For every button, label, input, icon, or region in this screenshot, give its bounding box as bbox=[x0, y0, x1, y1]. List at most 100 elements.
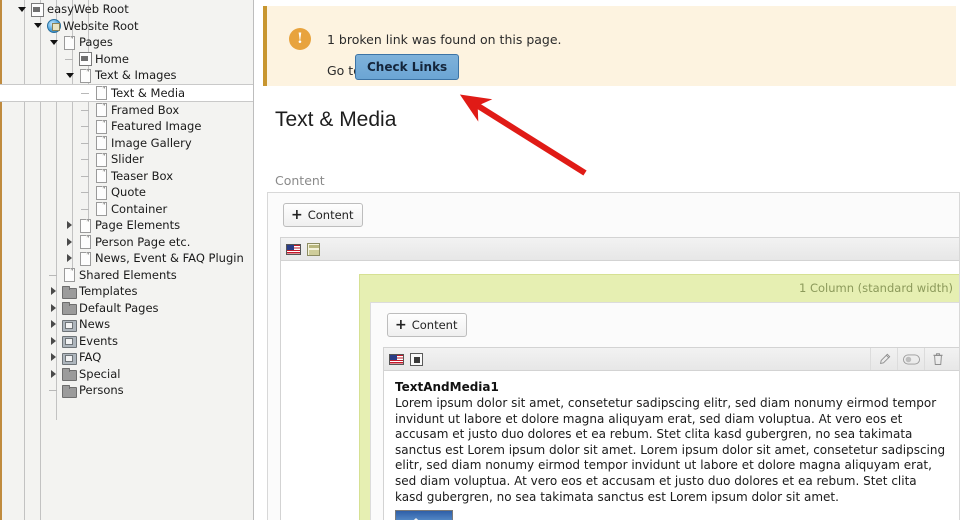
tree-elbow bbox=[48, 382, 59, 398]
alert-message: 1 broken link was found on this page. bbox=[327, 32, 562, 47]
element-title: TextAndMedia1 bbox=[395, 380, 499, 394]
chevron-right-icon[interactable] bbox=[64, 250, 75, 266]
chevron-right-icon[interactable] bbox=[48, 333, 59, 349]
chevron-right-icon[interactable] bbox=[48, 283, 59, 299]
tree-item-featured-image[interactable]: Featured Image bbox=[0, 118, 253, 135]
toggle-button[interactable] bbox=[897, 348, 924, 370]
tree-item-pages[interactable]: Pages bbox=[0, 34, 253, 51]
folder-icon bbox=[62, 300, 77, 316]
tree-item-shared-elements[interactable]: Shared Elements bbox=[0, 267, 253, 284]
folder-window-icon bbox=[62, 317, 77, 332]
tree-item-default-pages[interactable]: Default Pages bbox=[0, 300, 253, 317]
chevron-right-icon[interactable] bbox=[64, 234, 75, 250]
tree-item-label: Container bbox=[111, 201, 168, 216]
element-body-text: Lorem ipsum dolor sit amet, consetetur s… bbox=[395, 396, 946, 504]
tree-item-label: Pages bbox=[79, 35, 113, 49]
tree-item-label: Home bbox=[95, 51, 129, 66]
chevron-right-icon[interactable] bbox=[48, 316, 59, 332]
tree-item-slider[interactable]: Slider bbox=[0, 151, 253, 168]
tree-item-faq[interactable]: FAQ bbox=[0, 349, 253, 366]
chevron-down-icon[interactable] bbox=[64, 67, 75, 83]
warning-exclamation-icon: ! bbox=[289, 28, 311, 50]
tree-item-container[interactable]: Container bbox=[0, 201, 253, 218]
delete-button[interactable] bbox=[924, 348, 951, 370]
tree-item-text-media[interactable]: Text & Media bbox=[0, 83, 253, 102]
add-content-label-inner: Content bbox=[411, 318, 458, 332]
layout-template-icon[interactable] bbox=[307, 242, 320, 256]
check-links-button[interactable]: Check Links bbox=[355, 54, 460, 80]
column-container: 1 Column (standard width) + Content Text… bbox=[359, 274, 960, 520]
edit-button[interactable] bbox=[870, 348, 897, 370]
plus-icon: + bbox=[291, 207, 303, 223]
tree-item-framed-box[interactable]: Framed Box bbox=[0, 102, 253, 119]
tree-item-label: Default Pages bbox=[79, 300, 159, 315]
page-icon bbox=[94, 102, 107, 118]
add-content-button-inner[interactable]: + Content bbox=[387, 313, 468, 337]
tree-elbow bbox=[80, 135, 91, 151]
page-icon bbox=[78, 68, 91, 83]
page-icon bbox=[94, 85, 107, 100]
tree-item-teaser-box[interactable]: Teaser Box bbox=[0, 168, 253, 185]
tree-item-person-page-etc[interactable]: Person Page etc. bbox=[0, 234, 253, 251]
chevron-right-icon[interactable] bbox=[48, 366, 59, 382]
mountain-meadow-photo[interactable] bbox=[395, 510, 453, 520]
tree-elbow bbox=[80, 102, 91, 118]
sidebar-page-tree[interactable]: easyWeb Root Website Root Pages Home Text & … bbox=[0, 0, 254, 520]
tree-item-quote[interactable]: Quote bbox=[0, 184, 253, 201]
tree-item-label: Page Elements bbox=[95, 218, 181, 232]
tree-item-home[interactable]: Home bbox=[0, 51, 253, 68]
folder-icon bbox=[62, 383, 77, 398]
tree-elbow bbox=[48, 267, 59, 283]
chevron-right-icon[interactable] bbox=[64, 217, 75, 233]
chevron-right-icon[interactable] bbox=[48, 349, 59, 365]
tree-item-events[interactable]: Events bbox=[0, 333, 253, 350]
outer-element-toolbar bbox=[281, 238, 960, 261]
tree-item-special[interactable]: Special bbox=[0, 366, 253, 383]
chevron-right-icon[interactable] bbox=[48, 300, 59, 316]
tree-item-page-elements[interactable]: Page Elements bbox=[0, 217, 253, 234]
page-icon bbox=[94, 201, 107, 217]
us-flag-icon[interactable] bbox=[286, 243, 301, 255]
tree-item-image-gallery[interactable]: Image Gallery bbox=[0, 135, 253, 152]
tree-elbow bbox=[80, 184, 91, 200]
folder-window-icon bbox=[62, 333, 77, 349]
us-flag-icon[interactable] bbox=[389, 353, 404, 365]
page-icon bbox=[78, 218, 91, 233]
page-image-icon bbox=[30, 2, 44, 17]
tree-item-easyweb-root[interactable]: easyWeb Root bbox=[0, 1, 253, 18]
add-content-label-outer: Content bbox=[307, 208, 354, 222]
chevron-down-icon[interactable] bbox=[32, 18, 43, 34]
tree-elbow bbox=[80, 201, 91, 217]
tree-elbow bbox=[80, 85, 91, 101]
tree-item-persons[interactable]: Persons bbox=[0, 382, 253, 399]
tree-item-text-images[interactable]: Text & Images bbox=[0, 67, 253, 84]
chevron-down-icon[interactable] bbox=[16, 1, 27, 17]
tree-item-label: Text & Media bbox=[111, 85, 186, 100]
tree-item-news-event-faq-plugin[interactable]: News, Event & FAQ Plugin bbox=[0, 250, 253, 267]
chevron-down-icon[interactable] bbox=[48, 34, 59, 50]
tree-item-website-root[interactable]: Website Root bbox=[0, 18, 253, 35]
tree-item-templates[interactable]: Templates bbox=[0, 283, 253, 300]
add-content-button-outer[interactable]: + Content bbox=[283, 203, 364, 227]
media-box-icon[interactable] bbox=[410, 352, 423, 366]
tree-root: easyWeb Root Website Root Pages Home Text & … bbox=[0, 0, 253, 399]
tree-item-label: Shared Elements bbox=[79, 267, 177, 282]
tree-item-news[interactable]: News bbox=[0, 316, 253, 333]
